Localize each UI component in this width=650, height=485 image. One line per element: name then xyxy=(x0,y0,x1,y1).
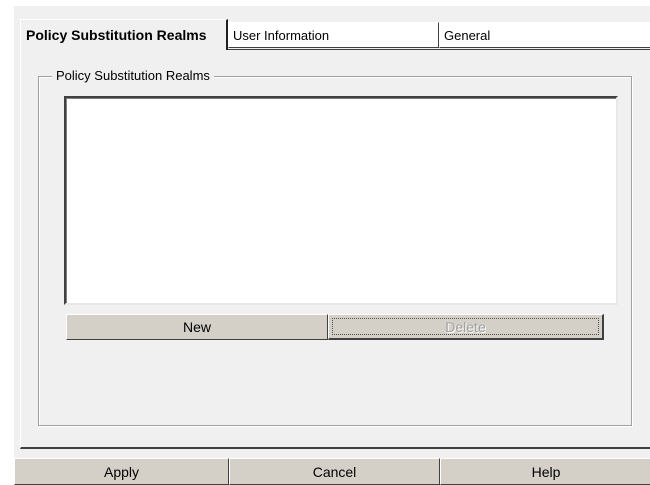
cancel-button-label: Cancel xyxy=(312,463,357,480)
delete-button[interactable]: Delete xyxy=(328,314,604,340)
help-button-label: Help xyxy=(531,463,561,480)
tab-label: General xyxy=(444,27,491,43)
realms-list-inner xyxy=(66,98,616,303)
tab-general[interactable]: General xyxy=(439,22,650,48)
tab-label: Policy Substitution Realms xyxy=(26,27,207,43)
tab-panel-border xyxy=(228,49,650,50)
apply-button-label: Apply xyxy=(103,463,140,480)
focus-rectangle xyxy=(332,318,599,335)
tab-policy-substitution-realms[interactable]: Policy Substitution Realms xyxy=(20,19,228,50)
new-button-label: New xyxy=(182,319,211,335)
group-box-title: Policy Substitution Realms xyxy=(52,67,214,85)
tab-label: User Information xyxy=(233,27,330,43)
properties-dialog: Policy Substitution Realms User Informat… xyxy=(14,6,650,485)
new-button[interactable]: New xyxy=(66,314,328,340)
realms-list[interactable] xyxy=(64,96,618,305)
tab-user-information[interactable]: User Information xyxy=(228,22,439,48)
